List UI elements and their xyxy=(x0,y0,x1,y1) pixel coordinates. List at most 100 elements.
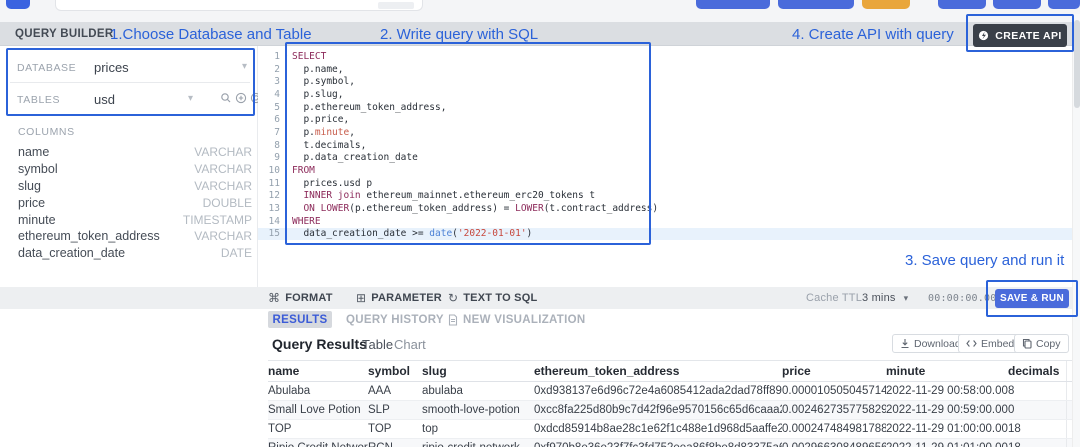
search-icon[interactable] xyxy=(220,92,232,104)
database-select[interactable]: DATABASE prices ▾ xyxy=(10,52,250,83)
column-list-item[interactable]: ethereum_token_addressVARCHAR xyxy=(18,228,252,245)
line-number: 7 xyxy=(258,127,280,138)
column-name: name xyxy=(18,145,49,159)
line-number: 11 xyxy=(258,178,280,189)
results-tabs: RESULTS QUERY HISTORY NEW VISUALIZATION xyxy=(0,309,1080,330)
command-icon: ⌘ xyxy=(268,291,280,305)
scrollbar-thumb[interactable] xyxy=(1074,20,1080,108)
column-list-item[interactable]: symbolVARCHAR xyxy=(18,161,252,178)
cache-ttl-select[interactable]: 3 mins▾ xyxy=(862,287,908,309)
chevron-down-icon[interactable]: ▾ xyxy=(188,93,193,104)
code-line: 3 p.symbol, xyxy=(258,75,1074,88)
line-number: 1 xyxy=(258,51,280,62)
code-brackets-icon xyxy=(966,339,977,348)
create-api-button[interactable]: CREATE API xyxy=(973,24,1067,47)
parameter-label: PARAMETER xyxy=(371,292,442,304)
column-list-item[interactable]: priceDOUBLE xyxy=(18,194,252,211)
column-type: VARCHAR xyxy=(194,145,252,159)
tab-new-visualization[interactable]: NEW VISUALIZATION xyxy=(448,311,585,328)
line-number: 15 xyxy=(258,228,280,239)
table-cell: smooth-love-potion xyxy=(422,401,534,420)
table-cell: 0xd938137e6d96c72e4a6085412ada2dad78ff89… xyxy=(534,382,782,401)
copy-label: Copy xyxy=(1036,338,1061,350)
topbar-button-6[interactable] xyxy=(1048,0,1080,9)
tables-select[interactable]: TABLES usd ▾ xyxy=(10,84,250,115)
topbar-button-1[interactable] xyxy=(696,0,770,9)
column-list-item[interactable]: minuteTIMESTAMP xyxy=(18,211,252,228)
format-button[interactable]: ⌘FORMAT xyxy=(268,287,333,309)
chevron-down-icon[interactable]: ▾ xyxy=(242,61,247,72)
code-line: 8 t.decimals, xyxy=(258,139,1074,152)
table-row[interactable]: Ripio Credit NetworkRCNripio-credit-netw… xyxy=(268,439,1080,447)
view-chart-toggle[interactable]: Chart xyxy=(394,337,426,352)
query-results-title: Query Results xyxy=(272,336,367,352)
editor-toolbar: ⌘FORMAT ⊞PARAMETER ↻TEXT TO SQL Cache TT… xyxy=(0,287,1080,309)
column-type: TIMESTAMP xyxy=(183,213,252,227)
table-cell: 8 xyxy=(1008,382,1066,401)
query-title-input[interactable] xyxy=(55,0,423,11)
column-header[interactable]: name xyxy=(268,361,368,382)
code-line: 1▾SELECT xyxy=(258,50,1074,63)
line-number: 9 xyxy=(258,152,280,163)
table-row[interactable]: Small Love PotionSLPsmooth-love-potion0x… xyxy=(268,401,1080,420)
column-header[interactable]: minute xyxy=(886,361,1008,382)
column-header[interactable]: slug xyxy=(422,361,534,382)
parameter-button[interactable]: ⊞ PARAMETER xyxy=(356,287,442,309)
app-logo xyxy=(6,0,30,9)
code-line: 10FROM xyxy=(258,164,1074,177)
topbar-button-2[interactable] xyxy=(778,0,854,9)
tab-results[interactable]: RESULTS xyxy=(268,311,332,328)
sql-editor[interactable]: 1▾SELECT2 p.name,3 p.symbol,4 p.slug,5 p… xyxy=(258,46,1080,287)
code-text: p.ethereum_token_address, xyxy=(292,102,446,113)
view-table-toggle[interactable]: Table xyxy=(362,337,393,352)
code-text: WHERE xyxy=(292,216,321,227)
line-number: 14 xyxy=(258,216,280,227)
code-text: p.slug, xyxy=(292,89,343,100)
line-number: 4 xyxy=(258,89,280,100)
table-cell: 2022-11-29 00:58:00.000 xyxy=(886,382,1008,401)
line-number: 3 xyxy=(258,76,280,87)
column-header[interactable]: symbol xyxy=(368,361,422,382)
code-text: p.minute, xyxy=(292,127,355,138)
plus-square-icon: ⊞ xyxy=(356,291,366,305)
database-value: prices xyxy=(94,60,129,75)
column-list-item[interactable]: data_creation_dateDATE xyxy=(18,245,252,262)
table-cell: ripio-credit-network xyxy=(422,439,534,447)
column-type: VARCHAR xyxy=(194,229,252,243)
panel-header-bar: QUERY BUILDER 1.Choose Database and Tabl… xyxy=(0,22,1080,46)
topbar-button-4[interactable] xyxy=(938,0,986,9)
column-header[interactable]: price xyxy=(782,361,886,382)
vertical-scrollbar[interactable] xyxy=(1072,14,1080,447)
table-cell: RCN xyxy=(368,439,422,447)
table-cell: 2022-11-29 00:59:00.000 xyxy=(886,401,1008,420)
text-to-sql-button[interactable]: ↻TEXT TO SQL xyxy=(448,287,537,309)
column-name: slug xyxy=(18,179,41,193)
topbar-button-3[interactable] xyxy=(862,0,910,9)
download-icon xyxy=(900,338,910,349)
code-text: ON LOWER(p.ethereum_token_address) = LOW… xyxy=(292,203,658,214)
table-cell: AAA xyxy=(368,382,422,401)
copy-button[interactable]: Copy xyxy=(1014,334,1069,353)
table-cell: 0 xyxy=(1008,401,1066,420)
table-row[interactable]: AbulabaAAAabulaba0xd938137e6d96c72e4a608… xyxy=(268,382,1080,401)
annotation-step1: 1.Choose Database and Table xyxy=(110,26,312,43)
embed-button[interactable]: Embed xyxy=(958,334,1022,353)
database-label: DATABASE xyxy=(17,62,76,74)
table-cell: 0xf970b8e36e23f7fc3fd752eea86f8be8d83375… xyxy=(534,439,782,447)
topbar-button-5[interactable] xyxy=(993,0,1041,9)
column-header[interactable]: ethereum_token_address xyxy=(534,361,782,382)
table-cell: Small Love Potion xyxy=(268,401,368,420)
add-circle-icon[interactable] xyxy=(235,92,247,104)
save-and-run-button[interactable]: SAVE & RUN xyxy=(995,289,1069,308)
column-type: DOUBLE xyxy=(203,196,252,210)
column-list-item[interactable]: name VARCHAR xyxy=(18,144,252,161)
column-header[interactable]: decimals xyxy=(1008,361,1066,382)
create-api-label: CREATE API xyxy=(995,30,1061,42)
sql-code: 1▾SELECT2 p.name,3 p.symbol,4 p.slug,5 p… xyxy=(258,50,1074,240)
table-cell: abulaba xyxy=(422,382,534,401)
table-row[interactable]: TOPTOPtop0xdcd85914b8ae28c1e62f1c488e1d9… xyxy=(268,420,1080,439)
tab-query-history[interactable]: QUERY HISTORY xyxy=(346,311,444,328)
title-edit-button[interactable] xyxy=(378,2,414,9)
columns-list: nameVARCHARsymbolVARCHARslugVARCHARprice… xyxy=(18,144,252,262)
column-list-item[interactable]: slugVARCHAR xyxy=(18,178,252,195)
